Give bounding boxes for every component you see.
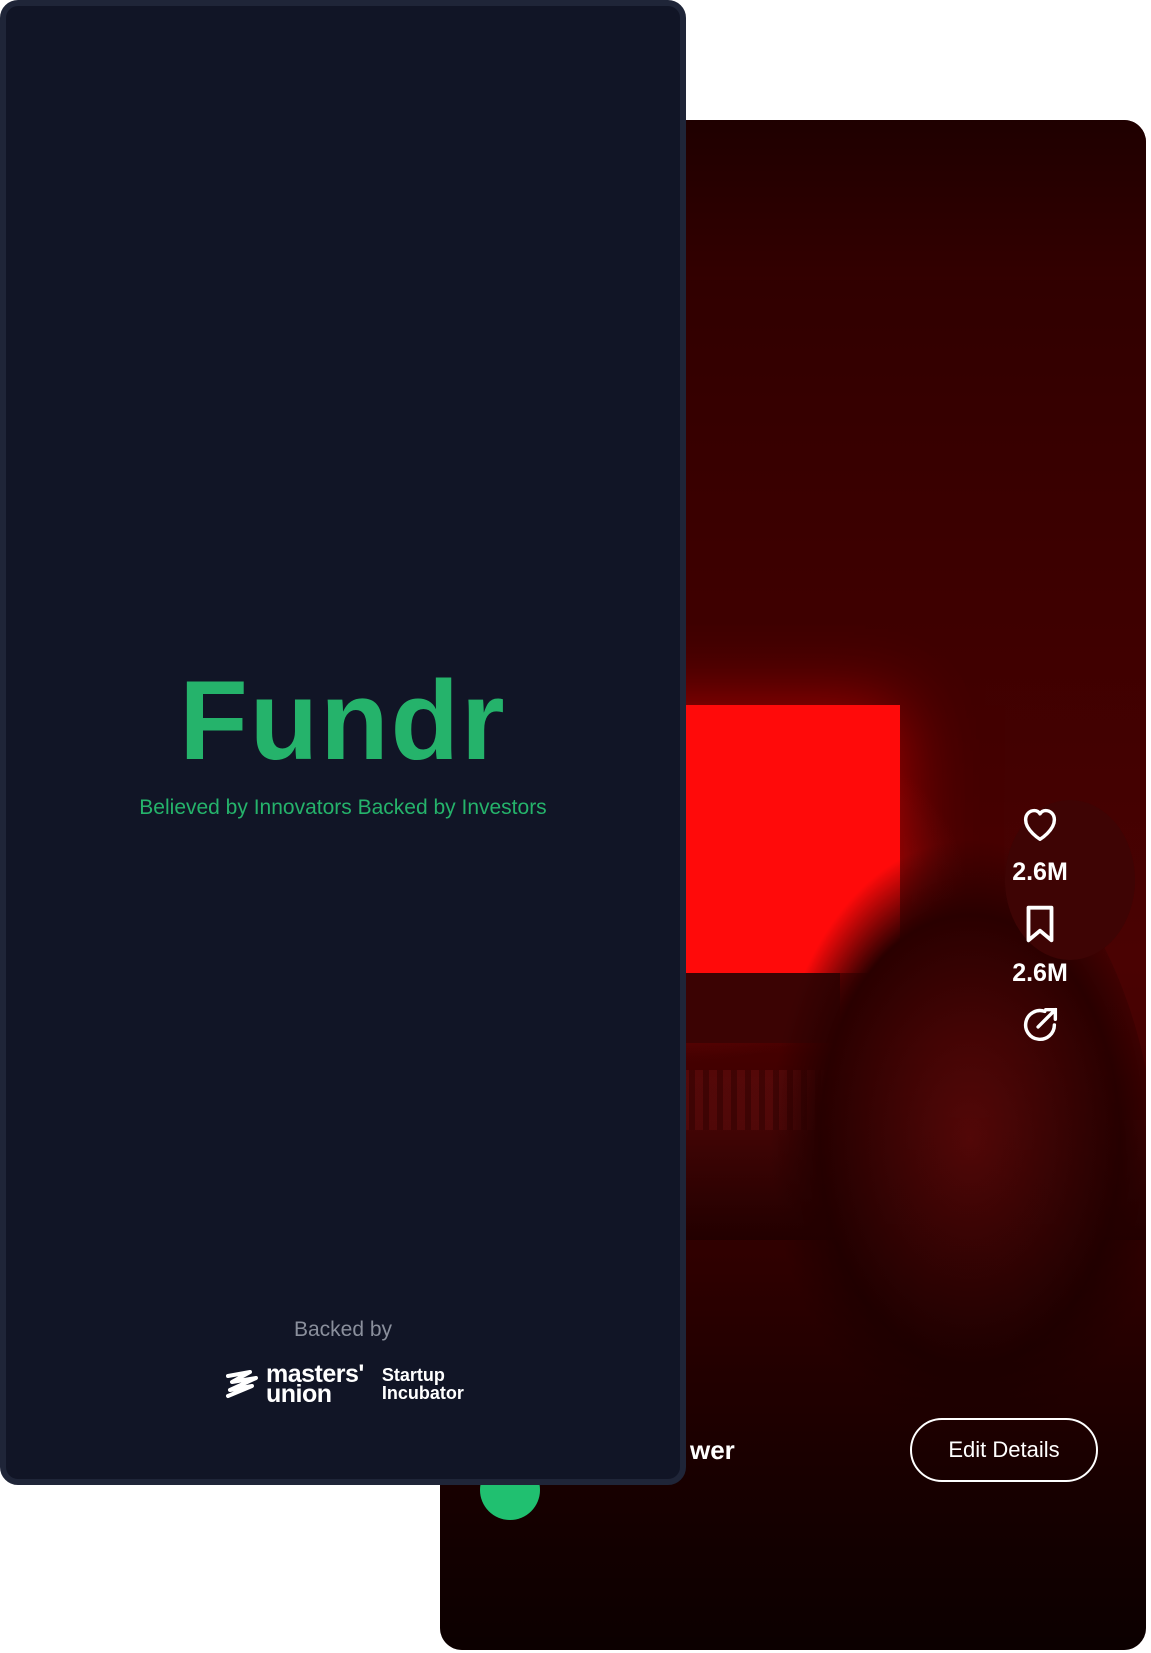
sponsor-program: Startup Incubator <box>381 1365 464 1403</box>
heart-icon <box>1023 808 1057 842</box>
masters-union-logo-icon <box>226 1370 258 1398</box>
tagline: Believed by Innovators Backed by Investo… <box>139 796 547 819</box>
save-count: 2.6M <box>1012 959 1068 987</box>
app-logo-text: Fundr <box>179 658 507 783</box>
splash-screen: Fundr Believed by Innovators Backed by I… <box>0 0 686 1485</box>
creator-name[interactable]: wer <box>690 1435 735 1466</box>
save-button[interactable]: 2.6M <box>985 901 1095 988</box>
bookmark-icon <box>1026 905 1054 943</box>
action-rail: 2.6M 2.6M <box>985 800 1095 1062</box>
share-icon <box>1023 1007 1058 1042</box>
like-count: 2.6M <box>1012 858 1068 886</box>
sponsor-logo: masters' union Startup Incubator <box>224 1360 464 1408</box>
edit-details-button[interactable]: Edit Details <box>910 1418 1098 1482</box>
like-button[interactable]: 2.6M <box>985 800 1095 887</box>
sponsor-name: masters' union <box>266 1360 364 1408</box>
share-button[interactable] <box>985 1002 1095 1048</box>
backed-by-label: Backed by <box>293 1318 393 1341</box>
